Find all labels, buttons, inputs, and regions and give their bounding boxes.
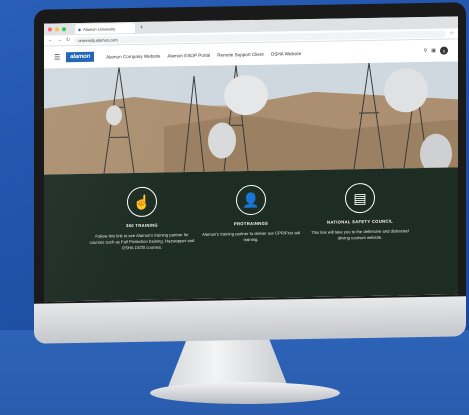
cell-tower-photo [44, 61, 458, 175]
nav-link-esop-portal[interactable]: Alamon ESOP Portal [167, 52, 210, 58]
cart-icon[interactable]: ▣ [431, 48, 436, 54]
training-section: ☝ 360 TRAINING Follow this link to see A… [44, 167, 458, 302]
menu-icon[interactable]: ☰ [54, 53, 60, 61]
laptop-user-icon: 👤 [236, 184, 266, 216]
card-description: This link will take you to the defensive… [311, 228, 409, 241]
maximize-window-icon[interactable] [62, 27, 66, 32]
bookmark-star-icon[interactable]: ☆ [450, 30, 454, 36]
screen: ◆ Alamon University + ← → ↻ university.a… [44, 16, 458, 302]
url-text: university.alamon.com [78, 36, 118, 43]
monitor-base [150, 382, 340, 404]
favicon-icon: ◆ [78, 26, 82, 32]
minimize-window-icon[interactable] [55, 27, 59, 32]
nav-link-company-website[interactable]: Alamon Company Website [106, 53, 160, 59]
card-title: PROTRAINNGS [233, 220, 269, 227]
new-tab-button[interactable]: + [140, 25, 144, 31]
nav-link-remote-support[interactable]: Remote Support Client [217, 51, 263, 57]
card-protrainings[interactable]: 👤 PROTRAINNGS Alamon's training partner … [191, 184, 311, 244]
nav-link-osha[interactable]: OSHA Website [271, 51, 302, 57]
card-description: Follow this link to see Alamon's trainin… [89, 232, 195, 251]
header-nav: Alamon Company Website Alamon ESOP Porta… [106, 51, 301, 59]
card-360-training[interactable]: ☝ 360 TRAINING Follow this link to see A… [82, 186, 202, 252]
browser-tab[interactable]: ◆ Alamon University [75, 23, 135, 35]
back-icon[interactable]: ← [48, 37, 53, 43]
forward-icon[interactable]: → [57, 37, 62, 43]
card-title: 360 TRAINING [126, 222, 158, 229]
header-icons: ⚲ ▣ S [424, 46, 448, 55]
tab-title: Alamon University [83, 25, 116, 32]
hero-image [44, 61, 458, 175]
card-description: Alamon's training partner to deliver our… [202, 230, 300, 243]
search-icon[interactable]: ⚲ [424, 48, 428, 54]
avatar[interactable]: S [440, 46, 448, 55]
close-window-icon[interactable] [48, 27, 52, 32]
hand-touch-icon: ☝ [127, 186, 157, 218]
site-logo[interactable]: alamon [66, 51, 95, 63]
reload-icon[interactable]: ↻ [66, 37, 70, 43]
monitor-chin [34, 296, 466, 344]
card-national-safety-council[interactable]: ▤ NATIONAL SAFETY COUNCIL This link will… [300, 182, 420, 242]
presentation-board-icon: ▤ [345, 182, 375, 214]
card-title: NATIONAL SAFETY COUNCIL [327, 218, 393, 225]
